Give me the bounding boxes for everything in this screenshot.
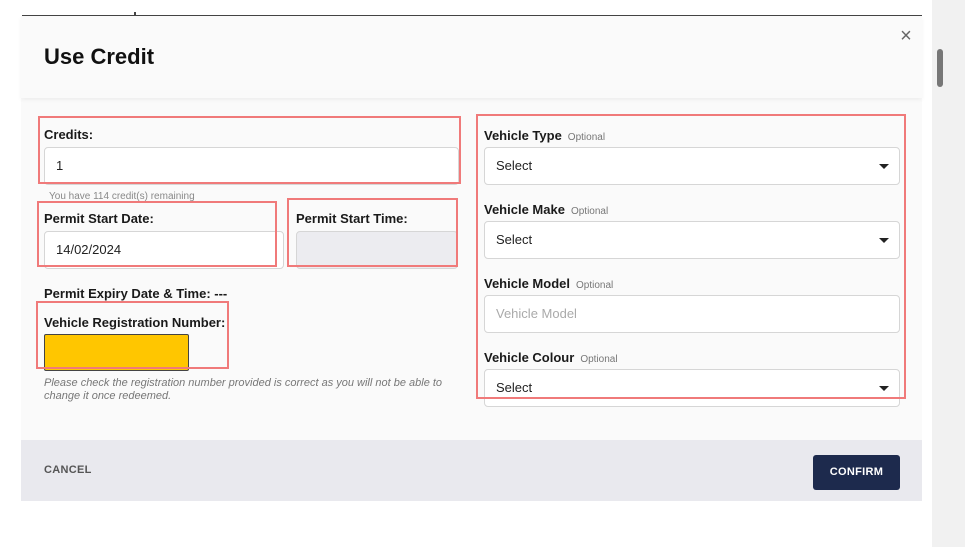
- chevron-down-icon: [879, 238, 889, 243]
- vehicle-model-label: Vehicle Model Optional: [484, 276, 613, 291]
- use-credit-modal: Use Credit × Credits: 1 You have 114 cre…: [21, 16, 922, 501]
- vehicle-colour-select[interactable]: Select: [484, 369, 900, 407]
- vehicle-model-label-text: Vehicle Model: [484, 276, 570, 291]
- vehicle-make-label: Vehicle Make Optional: [484, 202, 608, 217]
- credits-input[interactable]: 1: [44, 147, 459, 185]
- vehicle-type-select-value: Select: [496, 158, 533, 173]
- vehicle-colour-label: Vehicle Colour Optional: [484, 350, 618, 365]
- vehicle-type-select[interactable]: Select: [484, 147, 900, 185]
- close-icon[interactable]: ×: [896, 24, 916, 48]
- vehicle-make-select-value: Select: [496, 232, 533, 247]
- permit-start-date-label: Permit Start Date:: [44, 211, 154, 226]
- permit-start-time-input[interactable]: [296, 231, 458, 269]
- vehicle-colour-label-text: Vehicle Colour: [484, 350, 575, 365]
- vehicle-type-label: Vehicle Type Optional: [484, 128, 605, 143]
- vehicle-registration-input[interactable]: [44, 334, 189, 371]
- vehicle-colour-select-value: Select: [496, 380, 533, 395]
- vehicle-registration-label: Vehicle Registration Number:: [44, 315, 226, 330]
- vehicle-type-label-text: Vehicle Type: [484, 128, 562, 143]
- page-scrollbar-thumb[interactable]: [937, 49, 943, 87]
- credits-label: Credits:: [44, 127, 94, 142]
- credits-remaining-hint: You have 114 credit(s) remaining: [49, 191, 195, 202]
- confirm-button[interactable]: CONFIRM: [813, 455, 900, 490]
- chevron-down-icon: [879, 386, 889, 391]
- vehicle-make-select[interactable]: Select: [484, 221, 900, 259]
- vehicle-colour-optional: Optional: [580, 354, 618, 365]
- permit-expiry-label: Permit Expiry Date & Time: ---: [44, 286, 228, 301]
- vehicle-make-label-text: Vehicle Make: [484, 202, 565, 217]
- cancel-button[interactable]: CANCEL: [44, 464, 92, 476]
- page: Use Credit × Credits: 1 You have 114 cre…: [0, 0, 965, 547]
- modal-title: Use Credit: [44, 44, 155, 69]
- vehicle-make-optional: Optional: [570, 206, 609, 217]
- registration-warning-note: Please check the registration number pro…: [44, 377, 443, 402]
- chevron-down-icon: [879, 164, 889, 169]
- modal-header: Use Credit: [21, 16, 922, 98]
- modal-footer: CANCEL CONFIRM: [21, 440, 922, 501]
- vehicle-type-optional: Optional: [567, 132, 606, 143]
- permit-start-date-input[interactable]: 14/02/2024: [44, 231, 284, 269]
- permit-start-time-label: Permit Start Time:: [296, 211, 408, 226]
- vehicle-model-input[interactable]: Vehicle Model: [484, 295, 900, 333]
- vehicle-model-optional: Optional: [575, 280, 614, 291]
